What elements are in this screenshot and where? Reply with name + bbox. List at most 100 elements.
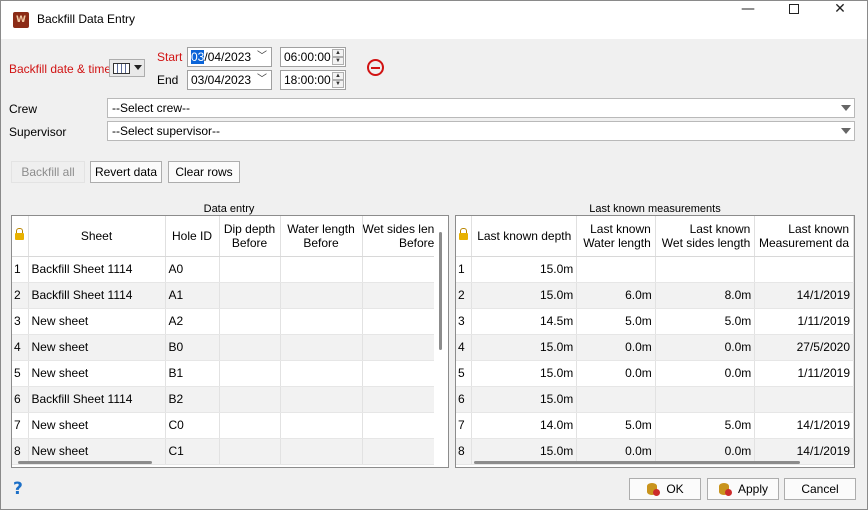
- sheet-cell[interactable]: Backfill Sheet 1114: [28, 256, 166, 283]
- close-button[interactable]: ✕: [817, 1, 863, 39]
- last-known-water-column-header[interactable]: Last known Water length: [576, 216, 656, 257]
- remove-datetime-icon[interactable]: [367, 59, 384, 76]
- maximize-button[interactable]: [771, 1, 817, 39]
- scrollbar-thumb[interactable]: [18, 461, 152, 464]
- wet-sides-cell[interactable]: [362, 256, 440, 283]
- spin-down-icon[interactable]: ▼: [332, 57, 344, 65]
- table-row[interactable]: 2 15.0m 6.0m 8.0m 14/1/2019: [456, 282, 854, 309]
- cancel-button[interactable]: Cancel: [784, 478, 856, 500]
- spin-up-icon[interactable]: ▲: [332, 72, 344, 80]
- water-length-cell[interactable]: [280, 412, 363, 439]
- row-number: 3: [12, 308, 29, 335]
- water-length-column-header[interactable]: Water length Before: [280, 216, 363, 257]
- end-time-spinner[interactable]: ▲ ▼: [332, 72, 344, 88]
- table-row[interactable]: 5 New sheet B1: [12, 360, 440, 387]
- clear-rows-button[interactable]: Clear rows: [168, 161, 240, 183]
- dip-depth-cell[interactable]: [219, 282, 281, 309]
- last-known-date-cell: 14/1/2019: [754, 282, 854, 309]
- hole-id-column-header[interactable]: Hole ID: [165, 216, 220, 257]
- hole-id-cell[interactable]: B1: [165, 360, 220, 387]
- start-time-field[interactable]: 06:00:00 ▲ ▼: [280, 47, 346, 67]
- spin-down-icon[interactable]: ▼: [332, 80, 344, 88]
- wet-sides-cell[interactable]: [362, 334, 440, 361]
- sheet-cell[interactable]: New sheet: [28, 360, 166, 387]
- chevron-down-icon[interactable]: ﹀: [257, 71, 267, 89]
- chevron-down-icon[interactable]: ﹀: [257, 48, 267, 66]
- water-length-cell[interactable]: [280, 308, 363, 335]
- apply-button[interactable]: Apply: [707, 478, 779, 500]
- last-known-date-column-header[interactable]: Last known Measurement da: [754, 216, 854, 257]
- revert-data-button[interactable]: Revert data: [90, 161, 162, 183]
- minimize-button[interactable]: —: [725, 1, 771, 39]
- table-row[interactable]: 1 15.0m: [456, 256, 854, 283]
- scrollbar-thumb[interactable]: [474, 461, 800, 464]
- data-entry-horizontal-scrollbar[interactable]: [12, 457, 434, 467]
- scrollbar-thumb[interactable]: [439, 232, 442, 350]
- table-row[interactable]: 3 New sheet A2: [12, 308, 440, 335]
- table-row[interactable]: 3 14.5m 5.0m 5.0m 1/11/2019: [456, 308, 854, 335]
- start-time-spinner[interactable]: ▲ ▼: [332, 49, 344, 65]
- hole-id-cell[interactable]: B0: [165, 334, 220, 361]
- water-length-cell[interactable]: [280, 386, 363, 413]
- hole-id-cell[interactable]: A2: [165, 308, 220, 335]
- sheet-cell[interactable]: New sheet: [28, 308, 166, 335]
- data-entry-grid[interactable]: Sheet Hole ID Dip depth Before Water leng…: [11, 215, 449, 468]
- table-row[interactable]: 6 15.0m: [456, 386, 854, 413]
- hole-id-cell[interactable]: B2: [165, 386, 220, 413]
- hole-id-cell[interactable]: A1: [165, 282, 220, 309]
- dip-depth-cell[interactable]: [219, 360, 281, 387]
- last-known-depth-column-header[interactable]: Last known depth: [471, 216, 578, 257]
- sheet-cell[interactable]: Backfill Sheet 1114: [28, 282, 166, 309]
- wet-sides-cell[interactable]: [362, 282, 440, 309]
- crew-select[interactable]: --Select crew--: [107, 98, 855, 118]
- sheet-cell[interactable]: New sheet: [28, 334, 166, 361]
- last-known-horizontal-scrollbar[interactable]: [456, 457, 854, 467]
- supervisor-select[interactable]: --Select supervisor--: [107, 121, 855, 141]
- water-length-cell[interactable]: [280, 256, 363, 283]
- wet-sides-cell[interactable]: [362, 308, 440, 335]
- table-row[interactable]: 5 15.0m 0.0m 0.0m 1/11/2019: [456, 360, 854, 387]
- app-logo-icon: W: [13, 12, 29, 28]
- end-time-field[interactable]: 18:00:00 ▲ ▼: [280, 70, 346, 90]
- wet-sides-cell[interactable]: [362, 386, 440, 413]
- help-icon[interactable]: ?: [13, 479, 23, 499]
- dip-depth-cell[interactable]: [219, 412, 281, 439]
- table-row[interactable]: 4 15.0m 0.0m 0.0m 27/5/2020: [456, 334, 854, 361]
- end-date-value: 03/04/2023: [191, 73, 252, 87]
- backfill-all-button[interactable]: Backfill all: [11, 161, 85, 183]
- table-row[interactable]: 6 Backfill Sheet 1114 B2: [12, 386, 440, 413]
- data-entry-vertical-scrollbar[interactable]: [434, 216, 448, 467]
- table-row[interactable]: 2 Backfill Sheet 1114 A1: [12, 282, 440, 309]
- table-row[interactable]: 7 14.0m 5.0m 5.0m 14/1/2019: [456, 412, 854, 439]
- last-known-water-cell: 6.0m: [576, 282, 656, 309]
- water-length-cell[interactable]: [280, 282, 363, 309]
- wet-sides-cell[interactable]: [362, 360, 440, 387]
- dip-depth-cell[interactable]: [219, 256, 281, 283]
- dip-depth-cell[interactable]: [219, 334, 281, 361]
- wet-sides-header-line2: Before: [398, 235, 435, 250]
- supervisor-select-value: --Select supervisor--: [112, 124, 221, 138]
- dip-depth-cell[interactable]: [219, 308, 281, 335]
- calendar-picker-button[interactable]: [109, 59, 145, 77]
- ok-button[interactable]: OK: [629, 478, 701, 500]
- sheet-column-header[interactable]: Sheet: [28, 216, 166, 257]
- wet-sides-column-header[interactable]: Wet sides len Before: [362, 216, 440, 257]
- title-bar[interactable]: W Backfill Data Entry — ✕: [1, 1, 867, 39]
- hole-id-cell[interactable]: C0: [165, 412, 220, 439]
- wet-sides-cell[interactable]: [362, 412, 440, 439]
- last-known-grid[interactable]: Last known depth Last known Water length …: [455, 215, 855, 468]
- table-row[interactable]: 7 New sheet C0: [12, 412, 440, 439]
- table-row[interactable]: 4 New sheet B0: [12, 334, 440, 361]
- water-length-cell[interactable]: [280, 360, 363, 387]
- sheet-cell[interactable]: Backfill Sheet 1114: [28, 386, 166, 413]
- dip-depth-cell[interactable]: [219, 386, 281, 413]
- hole-id-cell[interactable]: A0: [165, 256, 220, 283]
- table-row[interactable]: 1 Backfill Sheet 1114 A0: [12, 256, 440, 283]
- last-known-wet-column-header[interactable]: Last known Wet sides length: [655, 216, 756, 257]
- end-date-field[interactable]: 03/04/2023 ﹀: [187, 70, 272, 90]
- spin-up-icon[interactable]: ▲: [332, 49, 344, 57]
- sheet-cell[interactable]: New sheet: [28, 412, 166, 439]
- dip-depth-column-header[interactable]: Dip depth Before: [219, 216, 281, 257]
- water-length-cell[interactable]: [280, 334, 363, 361]
- start-date-field[interactable]: 03/04/2023 ﹀: [187, 47, 272, 67]
